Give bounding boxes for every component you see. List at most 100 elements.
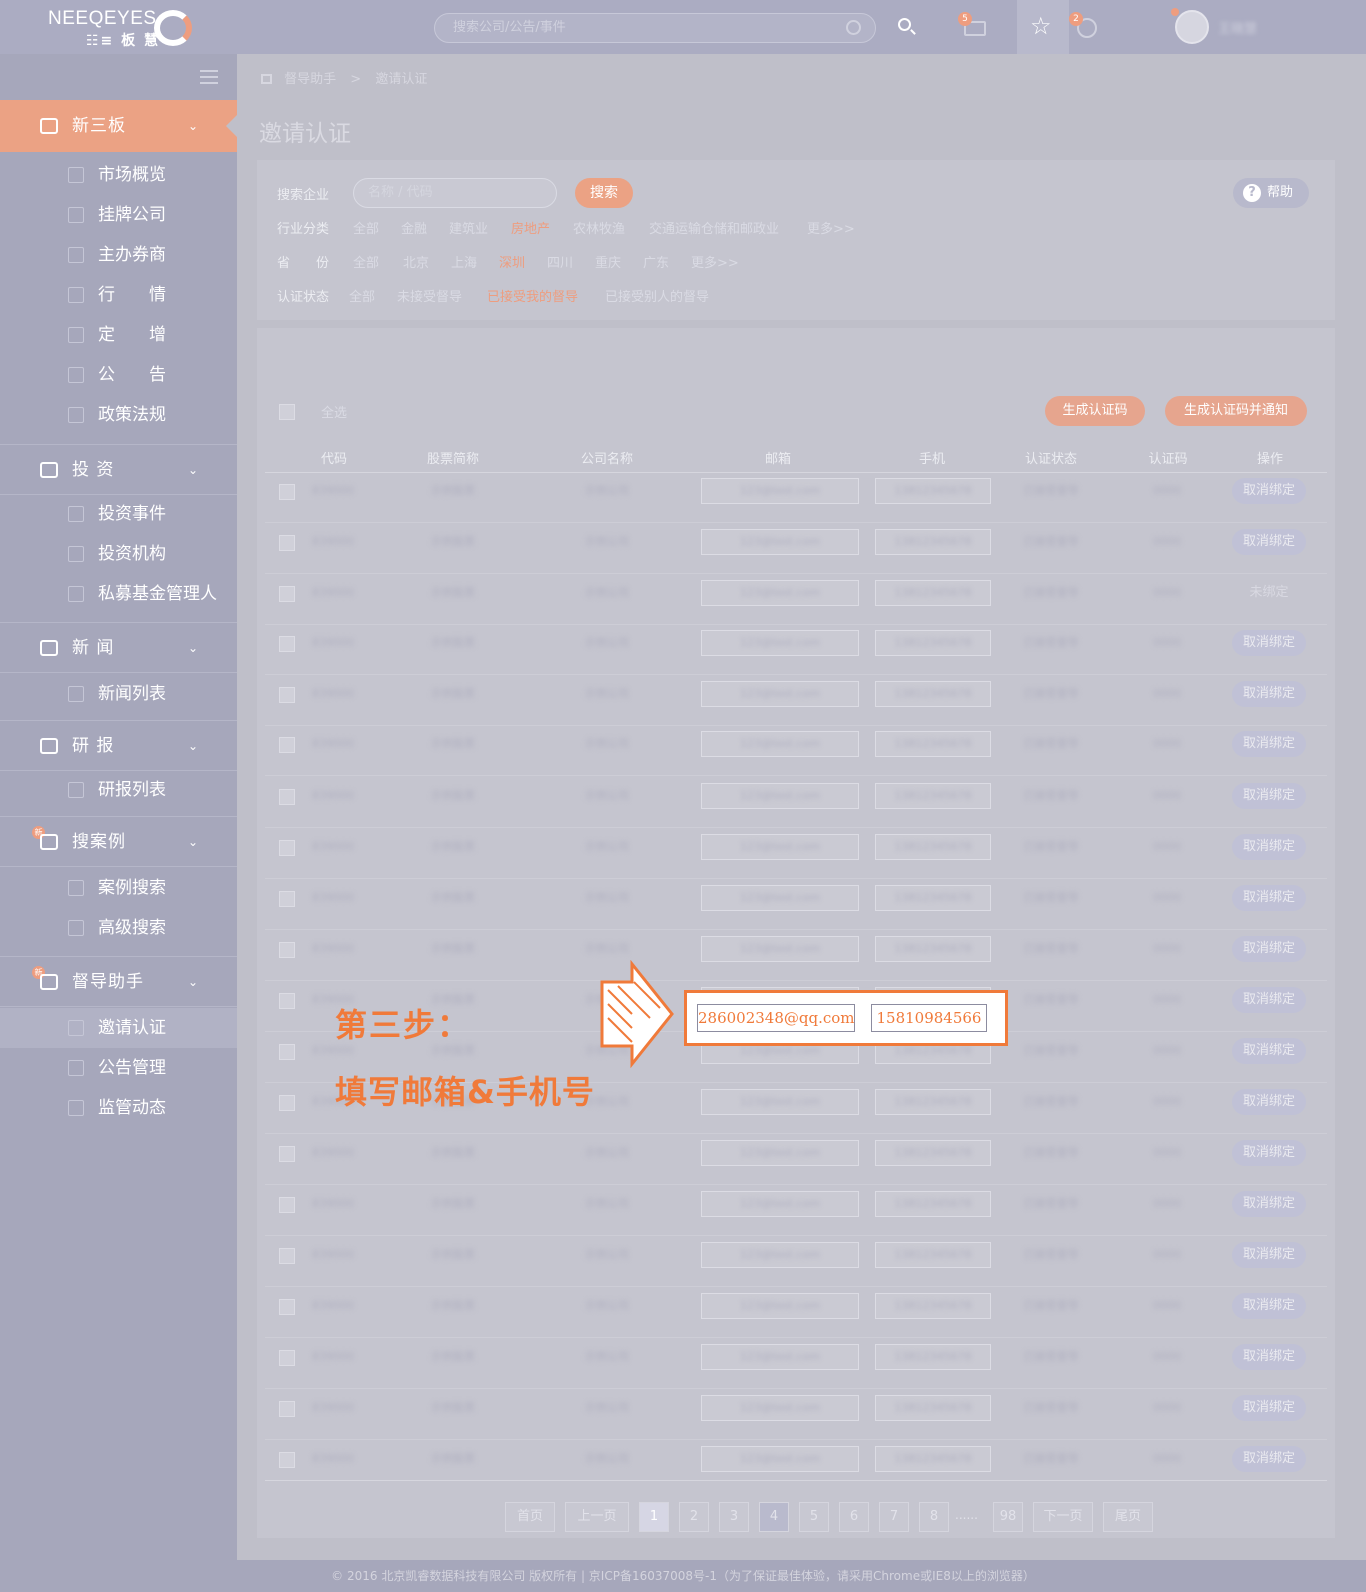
email-input[interactable]: 123@test.com <box>701 681 859 707</box>
search-button[interactable]: 搜索 <box>575 178 633 208</box>
unbind-button[interactable]: 取消绑定 <box>1232 1089 1306 1115</box>
email-input[interactable]: 123@test.com <box>701 1140 859 1166</box>
phone-input[interactable]: 13812345678 <box>875 1446 991 1472</box>
status-option[interactable]: 未接受督导 <box>397 286 462 305</box>
industry-option[interactable]: 金融 <box>401 218 427 237</box>
search-icon[interactable] <box>894 14 920 40</box>
avatar[interactable] <box>1175 10 1209 44</box>
generate-code-button[interactable]: 生成认证码 <box>1045 396 1145 426</box>
unbind-button[interactable]: 取消绑定 <box>1232 936 1306 962</box>
phone-input[interactable]: 13812345678 <box>875 630 991 656</box>
email-input[interactable]: 123@test.com <box>701 731 859 757</box>
phone-input[interactable]: 13812345678 <box>875 1191 991 1217</box>
mail-icon[interactable]: 5 <box>958 12 988 40</box>
phone-input[interactable]: 13812345678 <box>875 936 991 962</box>
notice-icon[interactable]: 2 <box>1069 12 1099 40</box>
page-number[interactable]: 5 <box>799 1502 829 1532</box>
phone-input[interactable]: 13812345678 <box>875 1344 991 1370</box>
sidebar-item-announcement-mgmt[interactable]: 公告管理 <box>0 1048 237 1088</box>
phone-input[interactable]: 13812345678 <box>875 783 991 809</box>
industry-option[interactable]: 建筑业 <box>449 218 488 237</box>
row-checkbox[interactable] <box>279 1299 295 1315</box>
sidebar-item-broker[interactable]: 主办券商 <box>0 235 237 275</box>
generate-notify-button[interactable]: 生成认证码并通知 <box>1165 396 1307 426</box>
email-input[interactable]: 123@test.com <box>701 1089 859 1115</box>
row-checkbox[interactable] <box>279 942 295 958</box>
email-input[interactable]: 123@test.com <box>701 1242 859 1268</box>
help-button[interactable]: ? 帮助 <box>1233 178 1309 208</box>
sidebar-section-news[interactable]: 新 闻 ⌄ <box>0 624 237 672</box>
select-all-label[interactable]: 全选 <box>321 402 347 421</box>
sidebar-item-market[interactable]: 市场概览 <box>0 155 237 195</box>
industry-option[interactable]: 交通运输仓储和邮政业 <box>649 218 779 237</box>
row-checkbox[interactable] <box>279 840 295 856</box>
sidebar-item-regulatory[interactable]: 监管动态 <box>0 1088 237 1128</box>
phone-input[interactable]: 13812345678 <box>875 731 991 757</box>
email-input[interactable]: 123@test.com <box>701 783 859 809</box>
sidebar-item-case-search[interactable]: 案例搜索 <box>0 868 237 908</box>
page-prev[interactable]: 上一页 <box>565 1502 629 1532</box>
status-option[interactable]: 已接受别人的督导 <box>605 286 709 305</box>
unbind-button[interactable]: 取消绑定 <box>1232 1446 1306 1472</box>
row-checkbox[interactable] <box>279 687 295 703</box>
email-input[interactable]: 123@test.com <box>701 478 859 504</box>
company-search-input[interactable]: 名称 / 代码 <box>353 178 557 208</box>
page-number[interactable]: 7 <box>879 1502 909 1532</box>
page-number[interactable]: 3 <box>719 1502 749 1532</box>
sidebar-item-pe-managers[interactable]: 私募基金管理人 <box>0 574 237 614</box>
email-input[interactable]: 123@test.com <box>701 580 859 606</box>
select-all-checkbox[interactable] <box>279 404 295 420</box>
row-checkbox[interactable] <box>279 993 295 1009</box>
row-checkbox[interactable] <box>279 636 295 652</box>
logo[interactable]: NEEQEYES ☷≡ 板 慧 <box>48 6 198 49</box>
phone-input[interactable]: 13812345678 <box>875 681 991 707</box>
unbind-button[interactable]: 取消绑定 <box>1232 1191 1306 1217</box>
phone-input[interactable]: 13812345678 <box>875 1242 991 1268</box>
email-input[interactable]: 123@test.com <box>701 1293 859 1319</box>
home-icon[interactable] <box>261 74 272 84</box>
favorites-button[interactable]: ☆ <box>1017 0 1069 54</box>
sidebar-item-xinsanban[interactable]: 新三板 ⌄ <box>0 100 238 152</box>
unbind-button[interactable]: 取消绑定 <box>1232 1293 1306 1319</box>
sidebar-item-research-list[interactable]: 研报列表 <box>0 770 237 810</box>
sidebar-item-policy[interactable]: 政策法规 <box>0 395 237 435</box>
phone-input[interactable]: 13812345678 <box>875 1395 991 1421</box>
province-more-link[interactable]: 更多>> <box>691 252 739 271</box>
province-option[interactable]: 广东 <box>643 252 669 271</box>
unbind-button[interactable]: 取消绑定 <box>1232 783 1306 809</box>
row-checkbox[interactable] <box>279 1197 295 1213</box>
unbind-button[interactable]: 取消绑定 <box>1232 885 1306 911</box>
unbind-button[interactable]: 取消绑定 <box>1232 529 1306 555</box>
row-checkbox[interactable] <box>279 1146 295 1162</box>
sidebar-item-invest-events[interactable]: 投资事件 <box>0 494 237 534</box>
status-option[interactable]: 全部 <box>349 286 375 305</box>
page-number-current[interactable]: 1 <box>639 1502 669 1532</box>
unbind-button[interactable]: 取消绑定 <box>1232 1395 1306 1421</box>
page-next[interactable]: 下一页 <box>1033 1502 1093 1532</box>
email-input[interactable]: 123@test.com <box>701 529 859 555</box>
page-number[interactable]: 2 <box>679 1502 709 1532</box>
row-checkbox[interactable] <box>279 586 295 602</box>
sidebar-section-research[interactable]: 研 报 ⌄ <box>0 722 237 770</box>
sidebar-item-quotes[interactable]: 行 情 <box>0 275 237 315</box>
sidebar-item-announcement[interactable]: 公 告 <box>0 355 237 395</box>
phone-input[interactable]: 13812345678 <box>875 1293 991 1319</box>
sidebar-section-cases[interactable]: 新搜案例 ⌄ <box>0 818 237 866</box>
email-input[interactable]: 123@test.com <box>701 1191 859 1217</box>
unbind-button[interactable]: 取消绑定 <box>1232 834 1306 860</box>
phone-input[interactable]: 13812345678 <box>875 834 991 860</box>
breadcrumb-item[interactable]: 督导助手 <box>284 72 336 87</box>
row-checkbox[interactable] <box>279 484 295 500</box>
email-input[interactable]: 123@test.com <box>701 1446 859 1472</box>
row-checkbox[interactable] <box>279 1452 295 1468</box>
sidebar-item-news-list[interactable]: 新闻列表 <box>0 674 237 714</box>
email-input[interactable]: 123@test.com <box>701 630 859 656</box>
province-option[interactable]: 重庆 <box>595 252 621 271</box>
page-number[interactable]: 4 <box>759 1502 789 1532</box>
unbind-button[interactable]: 取消绑定 <box>1232 1038 1306 1064</box>
sidebar-section-supervise[interactable]: 新督导助手 ⌄ <box>0 958 237 1006</box>
province-option-selected[interactable]: 深圳 <box>499 252 525 271</box>
province-option[interactable]: 全部 <box>353 252 379 271</box>
email-input[interactable]: 123@test.com <box>701 834 859 860</box>
unbind-button[interactable]: 取消绑定 <box>1232 731 1306 757</box>
